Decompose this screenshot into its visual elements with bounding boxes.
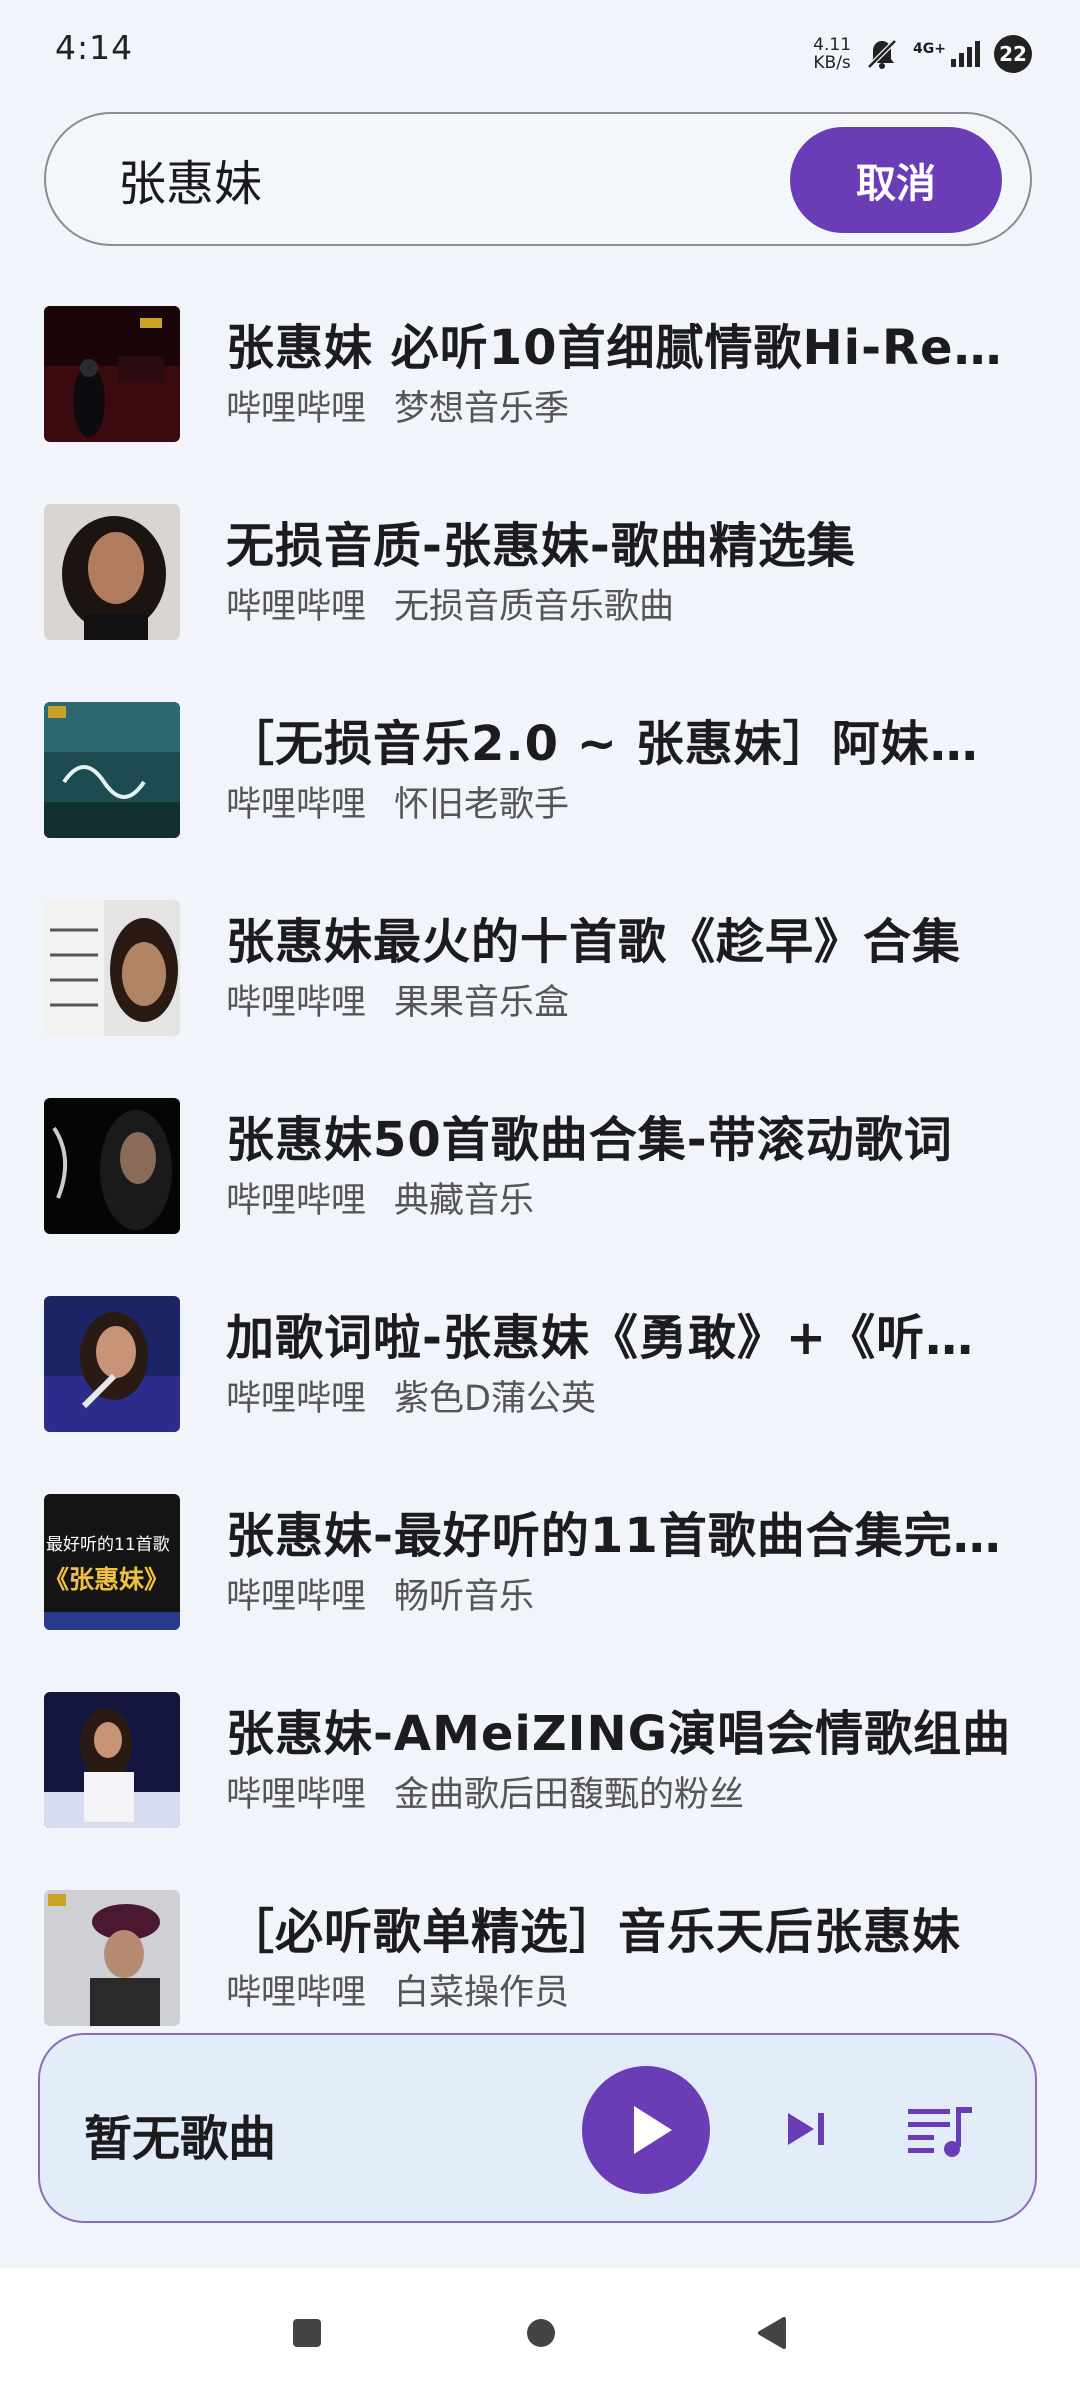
thumbnail-image: [44, 702, 180, 838]
item-title: 张惠妹-最好听的11首歌曲合集完整版: [226, 1508, 1016, 1564]
search-bar: 取消: [44, 112, 1032, 246]
thumbnail-image: [44, 900, 180, 1036]
status-icons: 4.11 KB/s 4G+ 22: [813, 30, 1032, 78]
signal-icon: 4G+: [913, 41, 980, 67]
cancel-button[interactable]: 取消: [790, 127, 1002, 233]
item-title: ［必听歌单精选］音乐天后张惠妹: [226, 1904, 962, 1960]
triangle-back-icon: [758, 2317, 786, 2349]
playlist-button[interactable]: [900, 2093, 980, 2165]
thumbnail-caption-name: 《张惠妹》: [44, 1565, 170, 1594]
search-input[interactable]: [118, 142, 758, 216]
recents-button[interactable]: [282, 2308, 332, 2358]
item-meta: 哔哩哔哩 畅听音乐: [226, 1577, 535, 1617]
list-item[interactable]: 最好听的11首歌 《张惠妹》 张惠妹-最好听的11首歌曲合集完整版 哔哩哔哩 畅听…: [0, 1478, 1080, 1638]
thumbnail-image: [44, 1296, 180, 1432]
next-button[interactable]: [770, 2093, 842, 2165]
item-title: ［无损音乐2.0 ~ 张惠妹］阿妹经典: [226, 716, 1016, 772]
list-item[interactable]: 张惠妹-AMeiZING演唱会情歌组曲 哔哩哔哩 金曲歌后田馥甄的粉丝: [0, 1676, 1080, 1836]
status-time: 4:14: [55, 28, 134, 67]
item-meta: 哔哩哔哩 典藏音乐: [226, 1181, 535, 1221]
home-button[interactable]: [516, 2308, 566, 2358]
circle-icon: [527, 2319, 555, 2347]
thumbnail-image: [44, 504, 180, 640]
list-item[interactable]: ［无损音乐2.0 ~ 张惠妹］阿妹经典 哔哩哔哩 怀旧老歌手: [0, 686, 1080, 846]
thumbnail-image: [44, 306, 180, 442]
thumbnail-image: 最好听的11首歌 《张惠妹》: [44, 1494, 180, 1630]
skip-next-icon: [788, 2113, 824, 2145]
item-meta: 哔哩哔哩 白菜操作员: [226, 1973, 570, 2013]
item-meta: 哔哩哔哩 果果音乐盒: [226, 983, 570, 1023]
item-title: 张惠妹最火的十首歌《趁早》合集: [226, 914, 962, 970]
play-button[interactable]: [582, 2066, 710, 2194]
mini-player[interactable]: 暂无歌曲: [38, 2033, 1037, 2223]
item-title: 张惠妹50首歌曲合集-带滚动歌词: [226, 1112, 953, 1168]
item-meta: 哔哩哔哩 梦想音乐季: [226, 389, 570, 429]
list-item[interactable]: ［必听歌单精选］音乐天后张惠妹 哔哩哔哩 白菜操作员: [0, 1874, 1080, 2034]
player-title: 暂无歌曲: [84, 2111, 277, 2167]
list-item[interactable]: 张惠妹50首歌曲合集-带滚动歌词 哔哩哔哩 典藏音乐: [0, 1082, 1080, 1242]
thumbnail-caption: 最好听的11首歌: [46, 1535, 170, 1555]
list-item[interactable]: 张惠妹最火的十首歌《趁早》合集 哔哩哔哩 果果音乐盒: [0, 884, 1080, 1044]
thumbnail-image: [44, 1692, 180, 1828]
item-title: 张惠妹 必听10首细腻情歌Hi-Res无损: [226, 320, 1016, 376]
item-meta: 哔哩哔哩 金曲歌后田馥甄的粉丝: [226, 1775, 745, 1815]
square-icon: [293, 2319, 321, 2347]
item-title: 无损音质-张惠妹-歌曲精选集: [226, 518, 856, 574]
thumbnail-image: [44, 1890, 180, 2026]
list-item[interactable]: 张惠妹 必听10首细腻情歌Hi-Res无损 哔哩哔哩 梦想音乐季: [0, 290, 1080, 450]
item-title: 加歌词啦-张惠妹《勇敢》+《听海》: [226, 1310, 1016, 1366]
net-speed: 4.11 KB/s: [813, 35, 852, 73]
thumbnail-image: [44, 1098, 180, 1234]
mute-bell-icon: [867, 39, 897, 69]
back-button[interactable]: [748, 2308, 798, 2358]
navigation-bar: [0, 2268, 1080, 2400]
notification-badge: 22: [994, 35, 1032, 73]
item-meta: 哔哩哔哩 紫色D蒲公英: [226, 1379, 596, 1419]
item-meta: 哔哩哔哩 怀旧老歌手: [226, 785, 570, 825]
playlist-icon: [908, 2107, 972, 2157]
list-item[interactable]: 加歌词啦-张惠妹《勇敢》+《听海》 哔哩哔哩 紫色D蒲公英: [0, 1280, 1080, 1440]
play-icon: [634, 2106, 672, 2154]
item-meta: 哔哩哔哩 无损音质音乐歌曲: [226, 587, 675, 627]
status-bar: 4:14 4.11 KB/s 4G+ 22: [0, 0, 1080, 105]
item-title: 张惠妹-AMeiZING演唱会情歌组曲: [226, 1706, 1012, 1762]
list-item[interactable]: 无损音质-张惠妹-歌曲精选集 哔哩哔哩 无损音质音乐歌曲: [0, 488, 1080, 648]
